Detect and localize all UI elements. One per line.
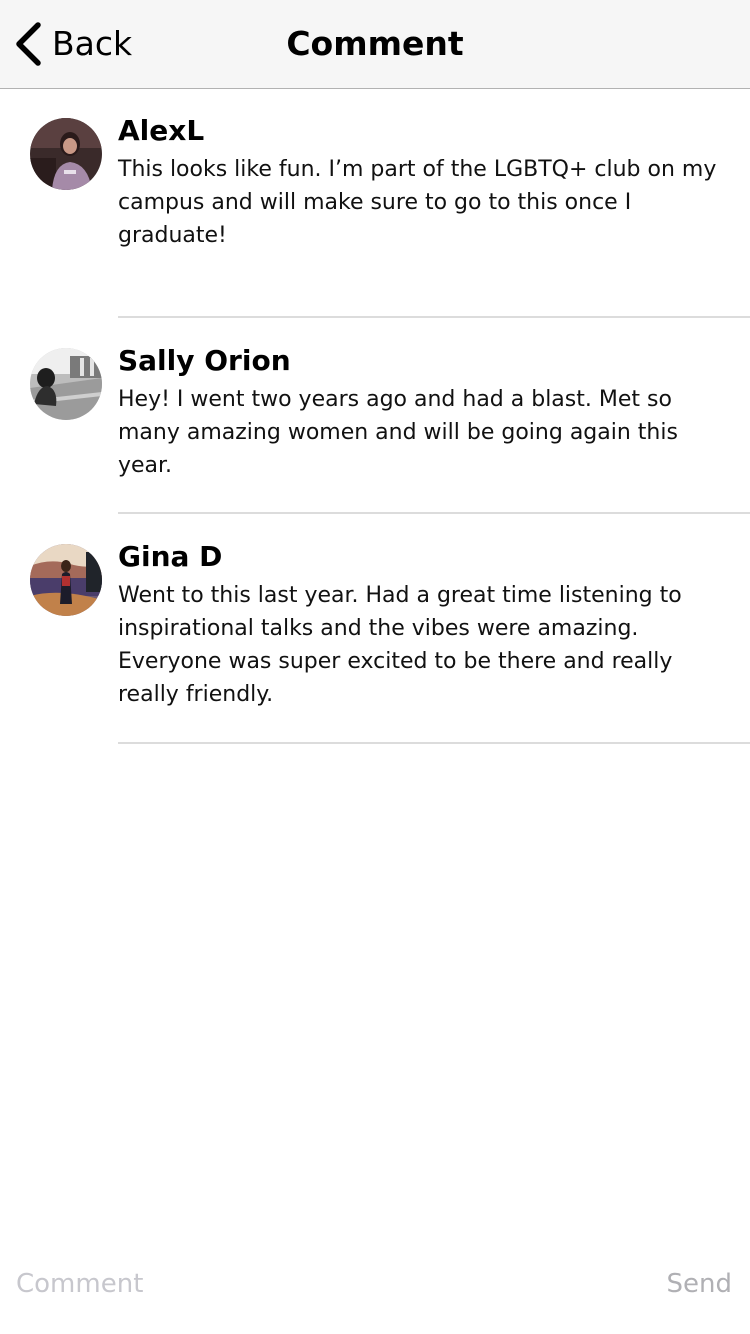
comment-author[interactable]: AlexL: [118, 113, 738, 149]
avatar[interactable]: [30, 544, 102, 616]
navigation-bar: Back Comment: [0, 0, 750, 89]
comment-text: This looks like fun. I’m part of the LGB…: [118, 157, 717, 248]
comment-input[interactable]: [16, 1262, 576, 1306]
comment-author[interactable]: Gina D: [118, 539, 738, 575]
avatar[interactable]: [30, 348, 102, 420]
separator: [118, 512, 750, 514]
back-label: Back: [52, 24, 133, 63]
separator: [118, 316, 750, 318]
comment-body: Sally Orion Hey! I went two years ago an…: [118, 343, 738, 482]
comment-screen: Back Comment AlexL This looks like fun. …: [0, 0, 750, 1334]
back-button[interactable]: Back: [14, 20, 132, 68]
comment-composer: Send: [0, 1250, 750, 1320]
comment-item: AlexL This looks like fun. I’m part of t…: [0, 89, 750, 319]
comment-item: Gina D Went to this last year. Had a gre…: [0, 515, 750, 745]
comment-body: AlexL This looks like fun. I’m part of t…: [118, 113, 738, 252]
comment-author[interactable]: Sally Orion: [118, 343, 738, 379]
comment-text: Hey! I went two years ago and had a blas…: [118, 387, 678, 478]
comment-text: Went to this last year. Had a great time…: [118, 583, 682, 707]
separator: [118, 742, 750, 744]
comment-list: AlexL This looks like fun. I’m part of t…: [0, 89, 750, 745]
chevron-left-icon: [14, 22, 42, 66]
comment-body: Gina D Went to this last year. Had a gre…: [118, 539, 738, 711]
comment-item: Sally Orion Hey! I went two years ago an…: [0, 319, 750, 515]
send-button[interactable]: Send: [667, 1262, 732, 1306]
avatar[interactable]: [30, 118, 102, 190]
